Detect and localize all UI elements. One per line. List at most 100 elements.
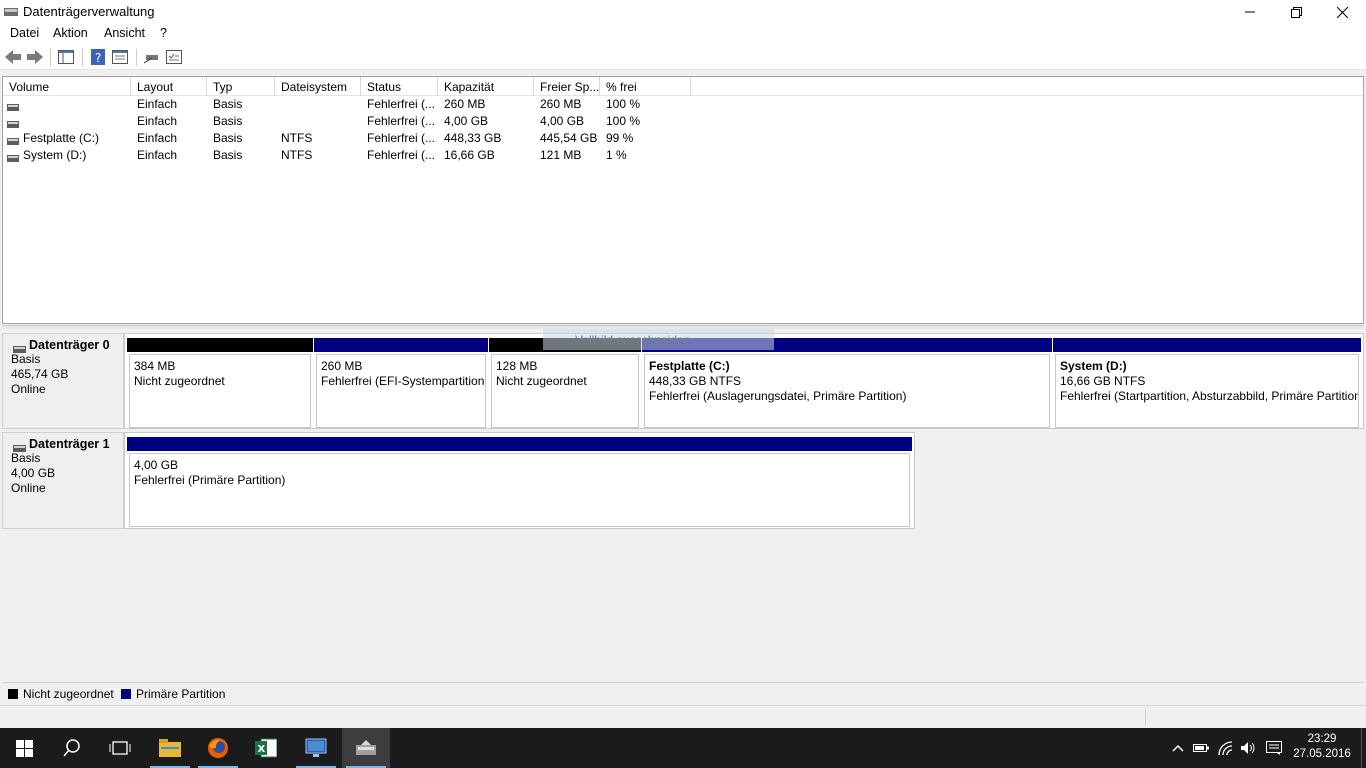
connect-disk-icon[interactable]	[143, 48, 161, 66]
start-icon	[15, 739, 33, 757]
disk-icon	[13, 342, 26, 353]
show-hide-console-tree-icon[interactable]	[57, 48, 75, 66]
disk-type: Basis	[11, 352, 41, 366]
task-view-button[interactable]	[96, 728, 144, 768]
menu-ansicht[interactable]: Ansicht	[104, 26, 145, 40]
volume-icon	[7, 134, 19, 145]
disk-info-1[interactable]: Datenträger 1 Basis 4,00 GB Online	[2, 432, 124, 529]
table-row[interactable]: Festplatte (C:) Einfach Basis NTFS Fehle…	[3, 130, 1363, 147]
volume-icon	[7, 117, 19, 128]
firefox-button[interactable]	[194, 728, 242, 768]
restore-button[interactable]	[1273, 0, 1319, 24]
legend-label-primary: Primäre Partition	[136, 687, 226, 701]
partition-bar	[127, 338, 313, 352]
partition-area: 4,00 GB Fehlerfrei (Primäre Partition)	[124, 432, 915, 529]
partition-size: 448,33 GB NTFS	[649, 374, 742, 388]
taskbar: X 23:29 27.05.2016	[0, 728, 1366, 768]
forward-arrow-icon[interactable]	[26, 48, 44, 66]
disk-state: Online	[11, 382, 46, 396]
toolbar: ?	[0, 44, 1366, 70]
volume-capacity: 448,33 GB	[444, 131, 502, 145]
column-freier-speicher[interactable]: Freier Sp...	[534, 77, 600, 96]
volume-list: Volume Layout Typ Dateisystem Status Kap…	[2, 76, 1364, 324]
volume-percent-free: 1 %	[606, 148, 627, 162]
volume-type: Basis	[213, 131, 243, 145]
volume-name: System (D:)	[23, 148, 87, 162]
disk-info-0[interactable]: Datenträger 0 Basis 465,74 GB Online	[2, 333, 124, 429]
volume-list-header: Volume Layout Typ Dateisystem Status Kap…	[3, 77, 1363, 96]
disk-type: Basis	[11, 451, 41, 465]
disk-graphical-view: Datenträger 0 Basis 465,74 GB Online 384…	[2, 329, 1364, 682]
table-row[interactable]: Einfach Basis Fehlerfrei (... 4,00 GB 4,…	[3, 113, 1363, 130]
partition-primary[interactable]: 4,00 GB Fehlerfrei (Primäre Partition)	[127, 437, 912, 527]
partition-unallocated[interactable]: 384 MB Nicht zugeordnet	[127, 338, 313, 428]
volume-type: Basis	[213, 148, 243, 162]
partition-system-d[interactable]: System (D:) 16,66 GB NTFS Fehlerfrei (St…	[1053, 338, 1361, 428]
disk-management-taskbar-button[interactable]	[342, 728, 390, 768]
volume-percent-free: 99 %	[606, 131, 634, 145]
partition-size: 260 MB	[321, 359, 363, 373]
menu-aktion[interactable]: Aktion	[53, 26, 88, 40]
volume-capacity: 260 MB	[444, 97, 486, 111]
volume-status: Fehlerfrei (...	[367, 114, 436, 128]
back-arrow-icon[interactable]	[4, 48, 22, 66]
toolbar-separator	[50, 49, 51, 66]
legend-swatch-primary	[121, 689, 131, 699]
partition-bar	[314, 338, 488, 352]
minimize-button[interactable]	[1227, 0, 1273, 24]
partition-body: Festplatte (C:) 448,33 GB NTFS Fehlerfre…	[644, 354, 1050, 428]
properties-icon[interactable]	[111, 48, 129, 66]
volume-free-space: 260 MB	[540, 97, 582, 111]
battery-power-icon[interactable]	[1193, 740, 1209, 756]
search-button[interactable]	[48, 728, 96, 768]
column-kapazitaet[interactable]: Kapazität	[438, 77, 534, 96]
column-status[interactable]: Status	[361, 77, 438, 96]
column-volume[interactable]: Volume	[3, 77, 131, 96]
taskbar-clock[interactable]: 23:29 27.05.2016	[1292, 732, 1352, 762]
excel-icon: X	[255, 738, 277, 758]
show-desktop-button[interactable]	[1361, 728, 1366, 768]
remote-desktop-button[interactable]	[292, 728, 340, 768]
partition-festplatte-c[interactable]: Festplatte (C:) 448,33 GB NTFS Fehlerfre…	[642, 338, 1052, 428]
firefox-icon	[208, 738, 228, 758]
partition-status: Fehlerfrei (EFI-Systempartition	[321, 374, 485, 388]
partition-bar	[127, 437, 912, 451]
column-typ[interactable]: Typ	[207, 77, 275, 96]
volume-layout: Einfach	[137, 97, 178, 111]
excel-button[interactable]: X	[242, 728, 290, 768]
volume-capacity: 4,00 GB	[444, 114, 489, 128]
task-view-icon	[109, 741, 131, 755]
partition-title: Festplatte (C:)	[649, 359, 730, 373]
action-center-icon[interactable]	[1266, 740, 1282, 756]
column-dateisystem[interactable]: Dateisystem	[275, 77, 361, 96]
volume-free-space: 121 MB	[540, 148, 582, 162]
close-button[interactable]	[1319, 0, 1365, 24]
volume-icon	[7, 100, 19, 111]
file-explorer-button[interactable]	[146, 728, 194, 768]
menu-datei[interactable]: Datei	[10, 26, 39, 40]
help-icon[interactable]: ?	[89, 48, 107, 66]
status-bar-divider	[1145, 709, 1146, 726]
column-layout[interactable]: Layout	[131, 77, 207, 96]
clock-time: 23:29	[1307, 733, 1337, 745]
partition-efi[interactable]: 260 MB Fehlerfrei (EFI-Systempartition	[314, 338, 488, 428]
volume-free-space: 4,00 GB	[540, 114, 585, 128]
checklist-icon[interactable]	[165, 48, 183, 66]
volume-free-space: 445,54 GB	[540, 131, 598, 145]
volume-filesystem: NTFS	[281, 148, 313, 162]
partition-status: Nicht zugeordnet	[134, 374, 225, 388]
toolbar-separator	[136, 49, 137, 66]
disk-size: 4,00 GB	[11, 466, 56, 480]
volume-capacity: 16,66 GB	[444, 148, 495, 162]
table-row[interactable]: System (D:) Einfach Basis NTFS Fehlerfre…	[3, 147, 1363, 164]
volume-percent-free: 100 %	[606, 114, 641, 128]
volume-speaker-icon[interactable]	[1240, 740, 1256, 756]
partition-unallocated[interactable]: 128 MB Nicht zugeordnet	[489, 338, 641, 428]
start-button[interactable]	[0, 728, 48, 768]
wifi-icon[interactable]	[1218, 740, 1234, 756]
snipping-hint: Vollbild ausschneiden	[543, 329, 774, 350]
table-row[interactable]: Einfach Basis Fehlerfrei (... 260 MB 260…	[3, 96, 1363, 113]
show-hidden-icons-chevron-icon[interactable]	[1170, 740, 1186, 756]
menu-help[interactable]: ?	[160, 26, 167, 40]
column-prozent-frei[interactable]: % frei	[600, 77, 691, 96]
